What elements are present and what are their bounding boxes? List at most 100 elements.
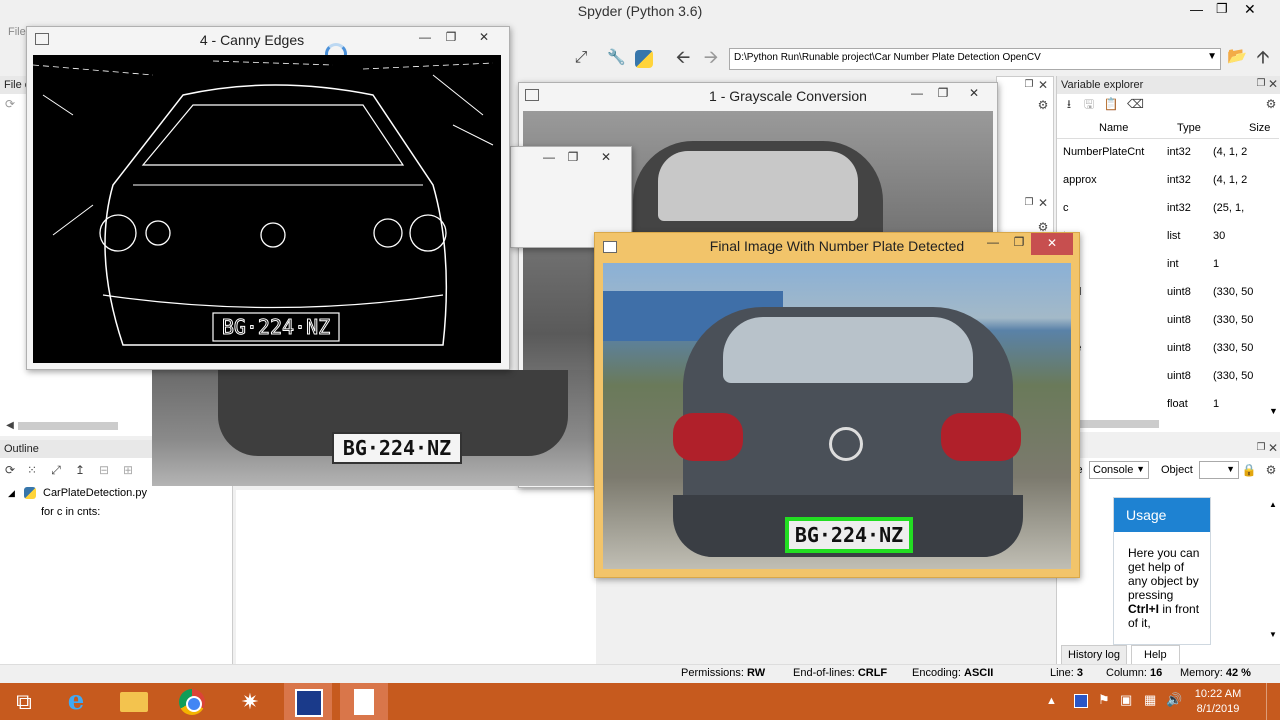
- close-icon[interactable]: ✕: [591, 147, 621, 169]
- column-type[interactable]: Type: [1177, 122, 1201, 134]
- table-row[interactable]: approx int32 (4, 1, 2: [1057, 166, 1279, 194]
- save-as-icon[interactable]: 📋: [1103, 96, 1119, 112]
- close-pane-icon[interactable]: ✕: [1265, 440, 1280, 456]
- tray-monitor-icon[interactable]: ▣: [1120, 692, 1132, 708]
- variable-size: 30: [1213, 230, 1226, 242]
- variable-size: 1: [1213, 398, 1220, 410]
- erase-icon[interactable]: ⌫: [1127, 96, 1144, 112]
- final-window[interactable]: Final Image With Number Plate Detected —…: [594, 232, 1080, 578]
- maximize-icon[interactable]: ❐: [1216, 1, 1236, 17]
- minimize-icon[interactable]: —: [905, 83, 929, 105]
- tray-up-arrow-icon[interactable]: ▲: [1046, 695, 1057, 707]
- back-arrow-icon[interactable]: 🡨: [675, 48, 691, 66]
- start-button-windows-icon[interactable]: ⧉: [0, 683, 48, 720]
- editor-area[interactable]: [236, 490, 596, 664]
- chrome-icon[interactable]: [168, 683, 216, 720]
- close-icon[interactable]: ✕: [957, 83, 991, 105]
- close-icon[interactable]: ✕: [1244, 1, 1268, 18]
- minimize-icon[interactable]: —: [537, 147, 561, 169]
- tree-expander-icon[interactable]: ◢: [8, 488, 15, 499]
- column-size[interactable]: Size: [1249, 122, 1270, 134]
- collapse-all-icon[interactable]: ⊟: [96, 462, 112, 478]
- table-row[interactable]: geduint8(330, 50: [1057, 278, 1279, 306]
- variable-explorer-pane: Variable explorer ❐ ✕ ⭳ 🖫 📋 ⌫ ⚙ Name Typ…: [1056, 76, 1280, 432]
- tab-help[interactable]: Help: [1131, 645, 1180, 664]
- active-window-app-icon[interactable]: [284, 683, 332, 720]
- horizontal-scrollbar[interactable]: [18, 422, 118, 430]
- minimize-icon[interactable]: —: [981, 232, 1005, 254]
- gear-icon[interactable]: ⚙: [1263, 462, 1279, 478]
- tray-app-icon[interactable]: [1074, 694, 1088, 708]
- expand-all-icon[interactable]: ⊞: [120, 462, 136, 478]
- close-icon[interactable]: ✕: [1031, 233, 1073, 255]
- scroll-left-icon[interactable]: ◀: [2, 418, 18, 434]
- clock-date[interactable]: 8/1/2019: [1188, 703, 1248, 715]
- tray-signal-icon[interactable]: ▦: [1144, 692, 1156, 708]
- variable-size: (4, 1, 2: [1213, 146, 1248, 158]
- variable-size: (330, 50: [1213, 286, 1254, 298]
- source-select[interactable]: Console ▼: [1089, 461, 1149, 479]
- ve-scroll-down-icon[interactable]: ▼: [1269, 406, 1278, 416]
- close-pane-icon[interactable]: ✕: [1035, 77, 1051, 93]
- expand-icon[interactable]: ⤢: [48, 462, 64, 478]
- table-row[interactable]: ageuint8(330, 50: [1057, 334, 1279, 362]
- close-icon[interactable]: ✕: [463, 27, 505, 49]
- notepad-icon[interactable]: [340, 683, 388, 720]
- table-row[interactable]: c int32 (25, 1,: [1057, 194, 1279, 222]
- clock-time[interactable]: 10:22 AM: [1188, 688, 1248, 700]
- up-arrow-icon[interactable]: 🡩: [1255, 48, 1271, 66]
- tray-flag-icon[interactable]: ⚑: [1098, 692, 1110, 708]
- maximize-icon[interactable]: ❐: [561, 147, 585, 169]
- chevron-down-icon[interactable]: ▼: [1207, 51, 1217, 62]
- main-titlebar: Spyder (Python 3.6) — ❐ ✕: [0, 0, 1280, 22]
- internet-explorer-icon[interactable]: e: [52, 683, 100, 720]
- wrench-icon[interactable]: 🔧: [607, 50, 626, 66]
- usage-text-1: Here you can get help of any object by p…: [1128, 546, 1200, 602]
- status-eol: End-of-lines: CRLF: [793, 667, 887, 679]
- status-permissions-value: RW: [747, 667, 766, 679]
- tab-history-log[interactable]: History log: [1061, 645, 1127, 665]
- folder-open-icon[interactable]: 📂: [1227, 49, 1247, 65]
- tray-volume-icon[interactable]: 🔊: [1166, 692, 1182, 708]
- object-input[interactable]: ▼: [1199, 461, 1239, 479]
- working-directory-combobox[interactable]: D:\Python Run\Runable project\Car Number…: [729, 48, 1221, 70]
- table-row[interactable]: rifloat1: [1057, 390, 1279, 418]
- forward-arrow-icon[interactable]: 🡪: [703, 48, 719, 66]
- fullscreen-icon[interactable]: ⤢: [573, 50, 589, 66]
- variable-type: uint8: [1167, 342, 1191, 354]
- refresh-icon[interactable]: ⟳: [2, 96, 18, 112]
- minimize-icon[interactable]: —: [413, 27, 437, 49]
- table-row[interactable]: ayuint8(330, 50: [1057, 306, 1279, 334]
- detected-plate-text: BG·224·NZ: [794, 523, 904, 547]
- go-up-icon[interactable]: ↥: [72, 462, 88, 478]
- table-row[interactable]: tslist30: [1057, 222, 1279, 250]
- minimize-icon[interactable]: —: [1190, 2, 1210, 17]
- outline-file-item[interactable]: CarPlateDetection.py: [43, 487, 147, 499]
- maximize-icon[interactable]: ❐: [931, 83, 955, 105]
- file-explorer-icon[interactable]: [110, 683, 158, 720]
- canny-window[interactable]: 4 - Canny Edges — ❐ ✕ BG·224·NZ: [26, 26, 510, 370]
- python-icon[interactable]: [635, 50, 653, 68]
- python-window-icon: [295, 689, 323, 717]
- help-scroll-up-icon[interactable]: ▲: [1269, 500, 1277, 509]
- maximize-icon[interactable]: ❐: [1007, 232, 1031, 254]
- spyder-app-icon[interactable]: ✷: [226, 683, 274, 720]
- help-scroll-down-icon[interactable]: ▼: [1269, 630, 1277, 639]
- collapse-icon[interactable]: ⁙: [24, 462, 40, 478]
- table-row[interactable]: wuint8(330, 50: [1057, 362, 1279, 390]
- show-desktop-button[interactable]: [1266, 683, 1279, 720]
- lock-icon[interactable]: 🔒: [1241, 462, 1257, 478]
- variable-name: approx: [1063, 174, 1097, 186]
- gear-icon[interactable]: ⚙: [1035, 97, 1051, 113]
- close-pane-icon[interactable]: ✕: [1265, 76, 1280, 92]
- table-row[interactable]: NumberPlateCnt int32 (4, 1, 2: [1057, 138, 1279, 166]
- save-icon[interactable]: 🖫: [1081, 96, 1097, 112]
- close-pane-icon[interactable]: ✕: [1035, 195, 1051, 211]
- outline-child-item[interactable]: for c in cnts:: [41, 506, 100, 518]
- gear-icon[interactable]: ⚙: [1263, 96, 1279, 112]
- import-data-icon[interactable]: ⭳: [1061, 96, 1077, 112]
- table-row[interactable]: untint1: [1057, 250, 1279, 278]
- refresh-icon[interactable]: ⟳: [2, 462, 18, 478]
- maximize-icon[interactable]: ❐: [439, 27, 463, 49]
- column-name[interactable]: Name: [1099, 122, 1128, 134]
